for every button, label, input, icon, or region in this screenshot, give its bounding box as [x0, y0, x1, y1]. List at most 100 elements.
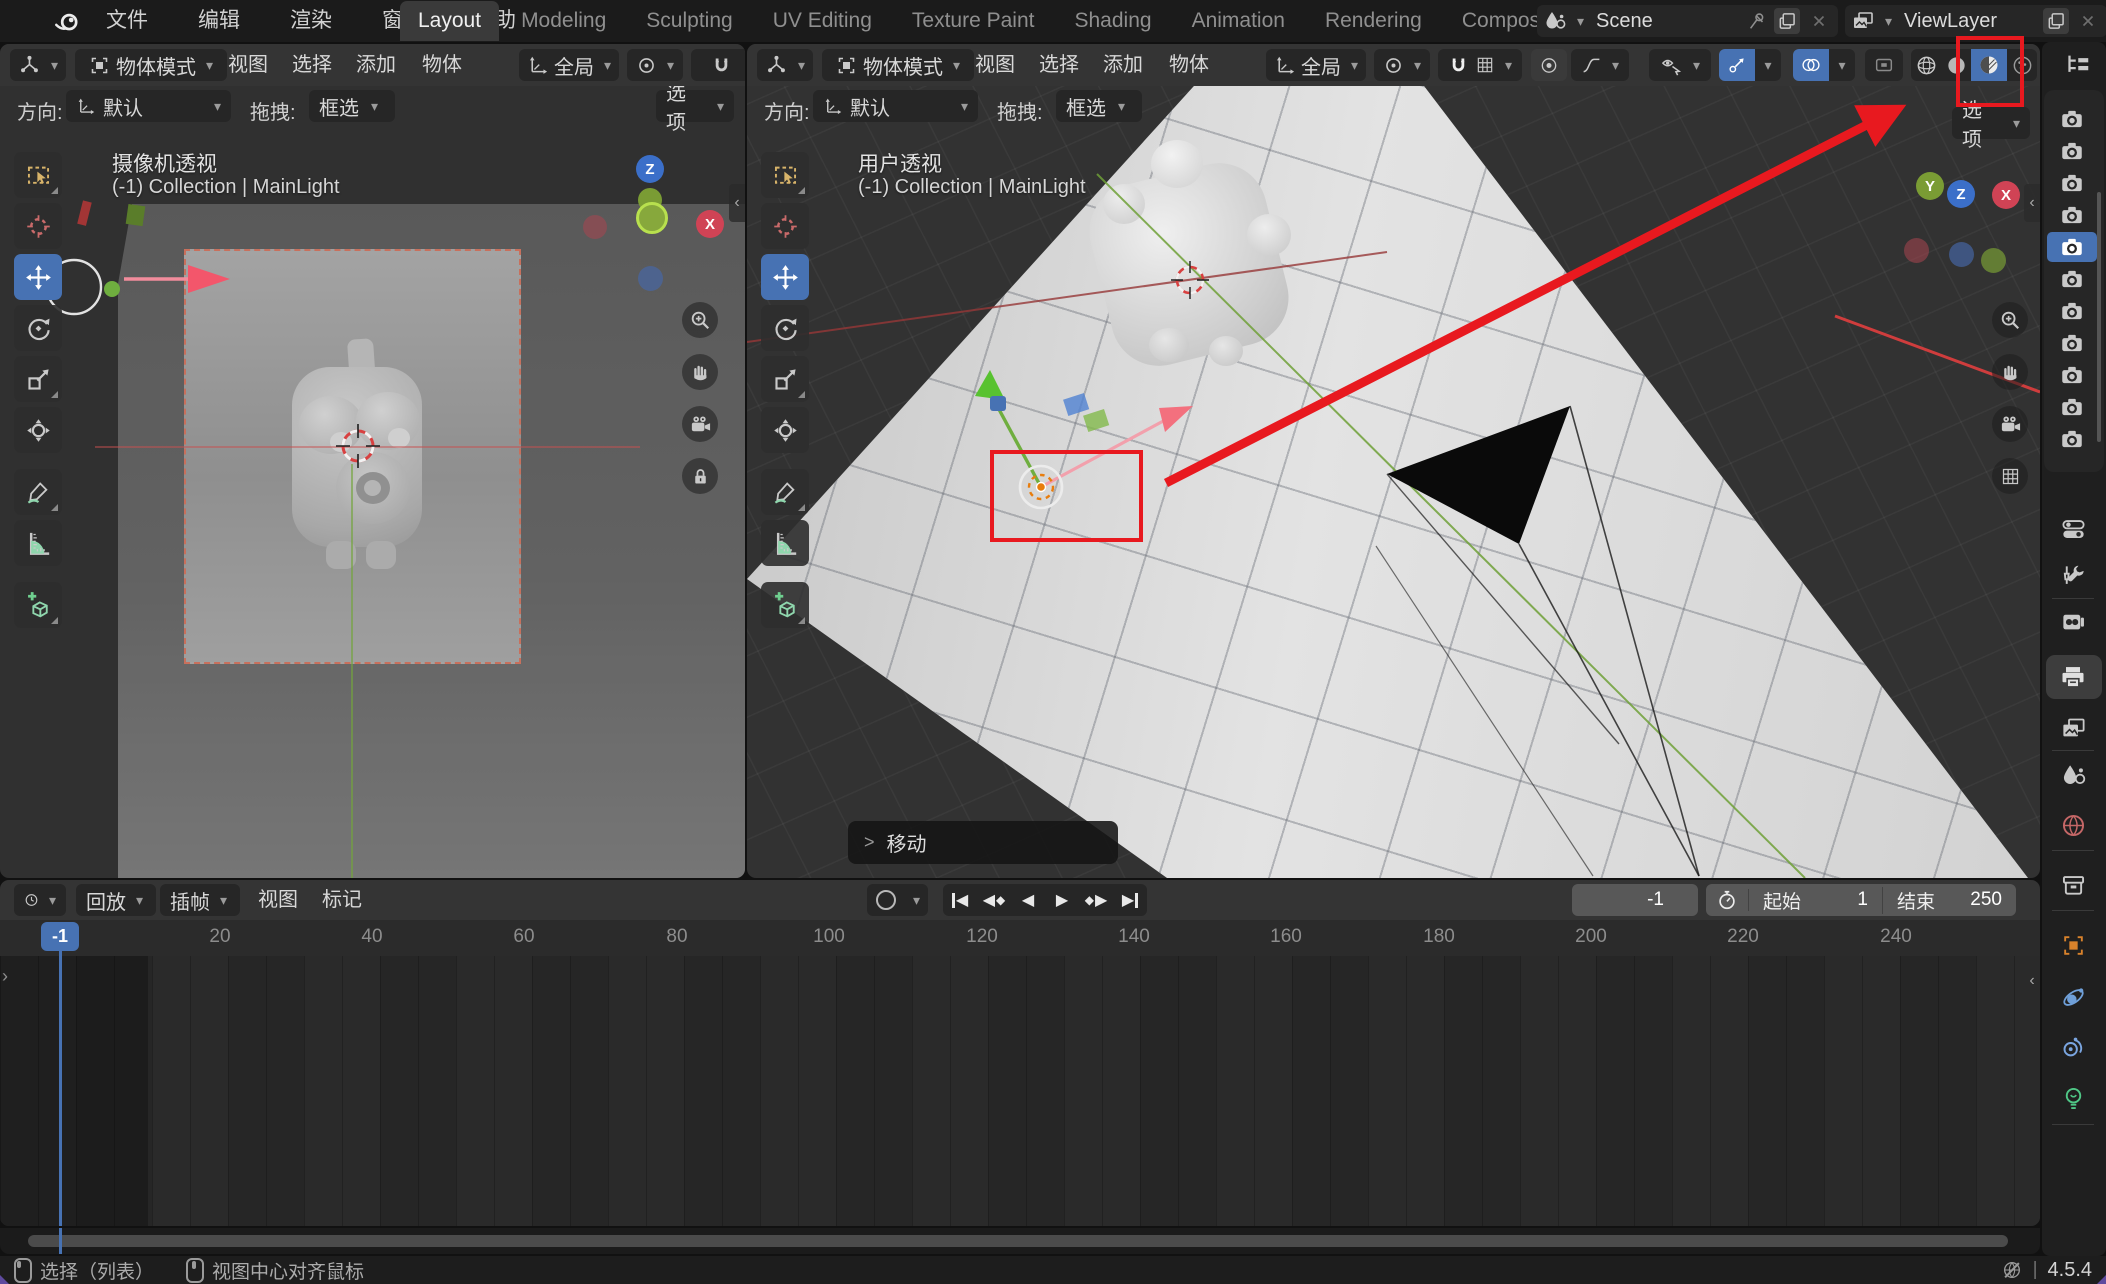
timeline-markers-menu[interactable]: 标记	[322, 880, 362, 920]
axis-y-center-ball[interactable]	[636, 202, 668, 234]
zoom-button[interactable]	[1992, 302, 2028, 338]
axis-y-ball[interactable]: Y	[1916, 172, 1944, 200]
play-reverse-button[interactable]: ◀	[1011, 885, 1045, 915]
axis-x-ball[interactable]: X	[696, 210, 724, 238]
workspace-tab-uv-editing[interactable]: UV Editing	[755, 1, 890, 41]
pan-hand-button[interactable]	[1992, 354, 2028, 390]
tool-add-cube[interactable]	[14, 582, 62, 628]
editor-type-button[interactable]: ▾	[757, 49, 813, 81]
axis-neg-ball[interactable]	[1949, 242, 1974, 267]
outliner-item-camera[interactable]	[2047, 424, 2097, 454]
viewlayer-name[interactable]: ViewLayer	[1898, 10, 2037, 33]
options-dropdown[interactable]: 选项▾	[1952, 107, 2030, 139]
properties-tab-light-data[interactable]	[2055, 1081, 2091, 1115]
prev-keyframe-button[interactable]: ◀◆	[977, 885, 1011, 915]
menu-viewport-select[interactable]: 选择	[1036, 44, 1082, 86]
use-preview-range-toggle[interactable]	[1706, 889, 1749, 911]
overlays-toggle[interactable]	[1793, 49, 1829, 81]
camera-object[interactable]	[1376, 406, 1699, 876]
outliner-item-camera-active[interactable]	[2047, 232, 2097, 262]
tool-move[interactable]	[761, 254, 809, 300]
menu-viewport-object[interactable]: 物体	[419, 44, 465, 86]
gizmo-plane-xy[interactable]	[1063, 393, 1089, 416]
drag-dropdown[interactable]: 框选▾	[309, 90, 395, 122]
gizmos-toggle[interactable]	[1719, 49, 1755, 81]
workspace-tab-texture-paint[interactable]: Texture Paint	[894, 1, 1053, 41]
properties-tab-output[interactable]	[2055, 660, 2091, 694]
pan-hand-button[interactable]	[682, 354, 718, 390]
pin-icon[interactable]	[1746, 10, 1768, 32]
axis-x-neg-ball[interactable]	[583, 215, 607, 239]
menu-viewport-select[interactable]: 选择	[289, 44, 335, 86]
tool-transform[interactable]	[761, 407, 809, 453]
pivot-point-dropdown[interactable]: ▾	[1374, 49, 1430, 81]
axis-z-ball[interactable]: Z	[1947, 180, 1975, 208]
axis-z-ball[interactable]: Z	[636, 155, 664, 183]
frame-end-field[interactable]: 结束250	[1883, 887, 2016, 914]
tool-box-select[interactable]	[761, 152, 809, 198]
menu-viewport-view[interactable]: 视图	[225, 44, 271, 86]
menu-viewport-add[interactable]: 添加	[353, 44, 399, 86]
axis-x-ball[interactable]: X	[1992, 181, 2020, 209]
timeline-collapse-arrow[interactable]: ‹	[2024, 966, 2040, 996]
properties-tab-collection[interactable]	[2055, 868, 2091, 902]
light-object[interactable]	[47, 260, 230, 314]
snap-toggle[interactable]	[691, 49, 745, 81]
proportional-edit-toggle[interactable]	[1531, 49, 1567, 81]
timeline-view-menu[interactable]: 视图	[258, 880, 298, 920]
drag-dropdown[interactable]: 框选▾	[1056, 90, 1142, 122]
direction-dropdown[interactable]: 默认▾	[66, 90, 231, 122]
outliner-item-camera[interactable]	[2047, 168, 2097, 198]
ortho-grid-button[interactable]	[1992, 458, 2028, 494]
workspace-tab-rendering[interactable]: Rendering	[1307, 1, 1440, 41]
outliner-item-camera[interactable]	[2047, 136, 2097, 166]
chevron-down-icon[interactable]: ▾	[1577, 13, 1584, 30]
expand-chevron-icon[interactable]: >	[864, 832, 875, 853]
xray-toggle[interactable]	[1865, 49, 1903, 81]
scene-name[interactable]: Scene	[1590, 10, 1740, 33]
menu-render[interactable]: 渲染	[284, 0, 338, 42]
axis-neg-ball[interactable]	[1981, 248, 2006, 273]
properties-tab-constraints[interactable]	[2055, 1030, 2091, 1064]
tool-measure[interactable]	[14, 520, 62, 566]
tool-cursor[interactable]	[761, 203, 809, 249]
delete-scene-button[interactable]	[1806, 8, 1832, 34]
scene-icon[interactable]	[1543, 9, 1567, 33]
transform-orientation-dropdown[interactable]: 全局▾	[1266, 49, 1366, 81]
tool-annotate[interactable]	[761, 469, 809, 515]
keying-menu[interactable]: 插帧▾	[160, 884, 240, 916]
playback-menu[interactable]: 回放▾	[76, 884, 156, 916]
falloff-dropdown[interactable]: ▾	[1571, 49, 1629, 81]
tool-scale[interactable]	[761, 356, 809, 402]
direction-dropdown[interactable]: 默认▾	[813, 90, 978, 122]
tool-add-cube[interactable]	[761, 582, 809, 628]
axis-z-neg-ball[interactable]	[638, 266, 663, 291]
horizontal-scrollbar[interactable]	[28, 1235, 2008, 1247]
new-viewlayer-button[interactable]	[2043, 8, 2069, 34]
menu-viewport-object[interactable]: 物体	[1166, 44, 1212, 86]
outliner-editor-icon[interactable]	[2062, 50, 2092, 80]
viewlayer-icon[interactable]	[1851, 9, 1875, 33]
timeline-editor-type-button[interactable]: ▾	[14, 884, 66, 916]
channel-expand-arrow[interactable]: ›	[2, 966, 8, 987]
properties-tab-physics[interactable]	[2055, 980, 2091, 1014]
outliner-item-camera[interactable]	[2047, 264, 2097, 294]
outliner-item-camera[interactable]	[2047, 328, 2097, 358]
properties-editor-icon[interactable]	[2055, 512, 2091, 546]
current-frame-field[interactable]: -1	[1572, 884, 1698, 916]
options-dropdown[interactable]: 选项▾	[656, 90, 734, 122]
new-scene-button[interactable]	[1774, 8, 1800, 34]
sidebar-collapse-arrow[interactable]: ‹	[729, 184, 745, 222]
tool-annotate[interactable]	[14, 469, 62, 515]
menu-viewport-add[interactable]: 添加	[1100, 44, 1146, 86]
snap-dropdown[interactable]: ▾	[1438, 49, 1522, 81]
outliner-item-camera[interactable]	[2047, 200, 2097, 230]
gizmo-x-arrow[interactable]	[1159, 406, 1193, 432]
gizmo-y-arrow[interactable]	[975, 370, 1005, 400]
mode-dropdown[interactable]: 物体模式▾	[822, 49, 974, 81]
next-keyframe-button[interactable]: ◆▶	[1079, 885, 1113, 915]
outliner-item-camera[interactable]	[2047, 360, 2097, 390]
auto-key-button[interactable]	[867, 890, 905, 910]
tool-rotate[interactable]	[761, 305, 809, 351]
zoom-button[interactable]	[682, 302, 718, 338]
